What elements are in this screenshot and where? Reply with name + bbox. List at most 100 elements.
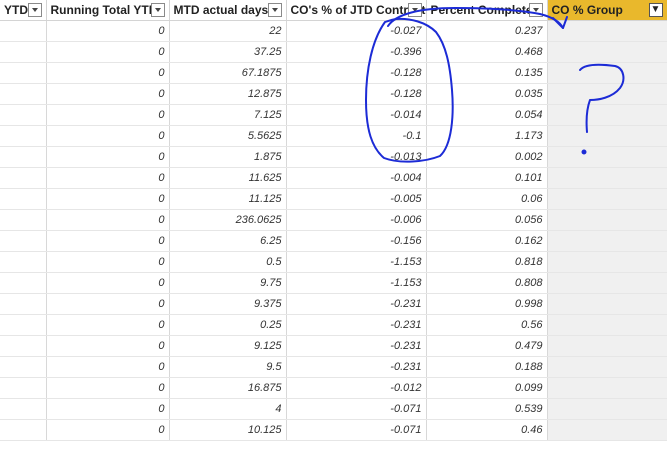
cell-co-pct-group bbox=[547, 41, 667, 63]
cell-mtd-actual-days: 9.125 bbox=[169, 335, 287, 357]
cell-co-pct-jtd-contract: -0.006 bbox=[286, 209, 427, 231]
cell-running-total-ytd: 0 bbox=[46, 62, 170, 84]
cell-co-pct-group bbox=[547, 20, 667, 42]
cell-co-pct-jtd-contract: -0.071 bbox=[286, 419, 427, 441]
cell-co-pct-jtd-contract: -0.1 bbox=[286, 125, 427, 147]
cell-ytd bbox=[0, 419, 47, 441]
cell-running-total-ytd: 0 bbox=[46, 83, 170, 105]
cell-mtd-actual-days: 22 bbox=[169, 20, 287, 42]
cell-co-pct-group bbox=[547, 188, 667, 210]
cell-mtd-actual-days: 1.875 bbox=[169, 146, 287, 168]
cell-co-pct-jtd-contract: -0.231 bbox=[286, 293, 427, 315]
column-header-mtd-actual-days[interactable]: MTD actual days bbox=[169, 0, 287, 21]
column-header-percent-complete[interactable]: Percent Complete bbox=[426, 0, 548, 21]
cell-mtd-actual-days: 9.375 bbox=[169, 293, 287, 315]
cell-co-pct-group bbox=[547, 125, 667, 147]
cell-ytd bbox=[0, 314, 47, 336]
cell-percent-complete: 0.054 bbox=[426, 104, 548, 126]
cell-ytd bbox=[0, 167, 47, 189]
cell-co-pct-jtd-contract: -1.153 bbox=[286, 251, 427, 273]
table-body: 0 22 -0.027 0.237 0 37.25 -0.396 0.468 0 67.1875-… bbox=[0, 20, 667, 441]
chevron-down-icon[interactable] bbox=[407, 3, 422, 17]
cell-running-total-ytd: 0 bbox=[46, 272, 170, 294]
cell-ytd bbox=[0, 230, 47, 252]
cell-ytd bbox=[0, 104, 47, 126]
cell-mtd-actual-days: 7.125 bbox=[169, 104, 287, 126]
cell-percent-complete: 0.099 bbox=[426, 377, 548, 399]
cell-co-pct-jtd-contract: -0.231 bbox=[286, 314, 427, 336]
table-row: 0 9.5 -0.231 0.188 bbox=[0, 356, 667, 378]
chevron-down-icon[interactable] bbox=[528, 3, 543, 17]
table-row: 0 1.875 -0.013 0.002 bbox=[0, 146, 667, 168]
cell-percent-complete: 0.56 bbox=[426, 314, 548, 336]
cell-percent-complete: 0.46 bbox=[426, 419, 548, 441]
cell-co-pct-jtd-contract: -0.128 bbox=[286, 83, 427, 105]
cell-percent-complete: 1.173 bbox=[426, 125, 548, 147]
cell-percent-complete: 0.101 bbox=[426, 167, 548, 189]
cell-running-total-ytd: 0 bbox=[46, 419, 170, 441]
cell-mtd-actual-days: 11.625 bbox=[169, 167, 287, 189]
header-row: YTD Running Total YTD MTD actual days CO… bbox=[0, 0, 667, 21]
cell-ytd bbox=[0, 251, 47, 273]
cell-running-total-ytd: 0 bbox=[46, 356, 170, 378]
cell-co-pct-group bbox=[547, 209, 667, 231]
column-header-label: CO % Group bbox=[551, 3, 623, 17]
cell-percent-complete: 0.539 bbox=[426, 398, 548, 420]
cell-ytd bbox=[0, 356, 47, 378]
cell-ytd bbox=[0, 398, 47, 420]
table-row: 0 0.5 -1.153 0.818 bbox=[0, 251, 667, 273]
cell-percent-complete: 0.468 bbox=[426, 41, 548, 63]
cell-percent-complete: 0.035 bbox=[426, 83, 548, 105]
cell-ytd bbox=[0, 146, 47, 168]
cell-percent-complete: 0.237 bbox=[426, 20, 548, 42]
cell-mtd-actual-days: 16.875 bbox=[169, 377, 287, 399]
column-header-co-pct-group[interactable]: CO % Group ▼ bbox=[547, 0, 667, 21]
cell-percent-complete: 0.056 bbox=[426, 209, 548, 231]
cell-running-total-ytd: 0 bbox=[46, 41, 170, 63]
cell-running-total-ytd: 0 bbox=[46, 335, 170, 357]
cell-mtd-actual-days: 9.75 bbox=[169, 272, 287, 294]
chevron-down-icon[interactable] bbox=[150, 3, 165, 17]
cell-co-pct-jtd-contract: -0.027 bbox=[286, 20, 427, 42]
cell-running-total-ytd: 0 bbox=[46, 377, 170, 399]
column-header-co-pct-jtd-contract[interactable]: CO's % of JTD Contract bbox=[286, 0, 427, 21]
cell-ytd bbox=[0, 209, 47, 231]
cell-ytd bbox=[0, 377, 47, 399]
cell-co-pct-group bbox=[547, 314, 667, 336]
chevron-down-icon[interactable] bbox=[27, 3, 42, 17]
cell-co-pct-group bbox=[547, 335, 667, 357]
cell-ytd bbox=[0, 335, 47, 357]
table-row: 0 6.25 -0.156 0.162 bbox=[0, 230, 667, 252]
cell-running-total-ytd: 0 bbox=[46, 293, 170, 315]
column-header-label: Running Total YTD bbox=[50, 3, 158, 17]
cell-ytd bbox=[0, 272, 47, 294]
cell-percent-complete: 0.479 bbox=[426, 335, 548, 357]
chevron-down-icon[interactable] bbox=[267, 3, 282, 17]
cell-co-pct-group bbox=[547, 377, 667, 399]
cell-mtd-actual-days: 10.125 bbox=[169, 419, 287, 441]
column-header-running-total-ytd[interactable]: Running Total YTD bbox=[46, 0, 170, 21]
cell-ytd bbox=[0, 188, 47, 210]
cell-ytd bbox=[0, 125, 47, 147]
cell-co-pct-group bbox=[547, 293, 667, 315]
cell-co-pct-jtd-contract: -0.005 bbox=[286, 188, 427, 210]
column-header-label: MTD actual days bbox=[173, 3, 269, 17]
cell-mtd-actual-days: 12.875 bbox=[169, 83, 287, 105]
table-row: 0 0.25 -0.231 0.56 bbox=[0, 314, 667, 336]
cell-co-pct-jtd-contract: -0.013 bbox=[286, 146, 427, 168]
cell-percent-complete: 0.998 bbox=[426, 293, 548, 315]
cell-co-pct-group bbox=[547, 167, 667, 189]
filter-icon[interactable]: ▼ bbox=[648, 3, 663, 17]
table-row: 0 9.75 -1.153 0.808 bbox=[0, 272, 667, 294]
table-row: 0 12.875 -0.128 0.035 bbox=[0, 83, 667, 105]
cell-ytd bbox=[0, 62, 47, 84]
table-row: 0 7.125 -0.014 0.054 bbox=[0, 104, 667, 126]
column-header-label: CO's % of JTD Contract bbox=[290, 3, 426, 17]
cell-co-pct-jtd-contract: -1.153 bbox=[286, 272, 427, 294]
data-table: YTD Running Total YTD MTD actual days CO… bbox=[0, 0, 667, 441]
cell-co-pct-group bbox=[547, 62, 667, 84]
cell-co-pct-group bbox=[547, 230, 667, 252]
cell-mtd-actual-days: 236.0625 bbox=[169, 209, 287, 231]
column-header-ytd[interactable]: YTD bbox=[0, 0, 47, 21]
cell-mtd-actual-days: 11.125 bbox=[169, 188, 287, 210]
